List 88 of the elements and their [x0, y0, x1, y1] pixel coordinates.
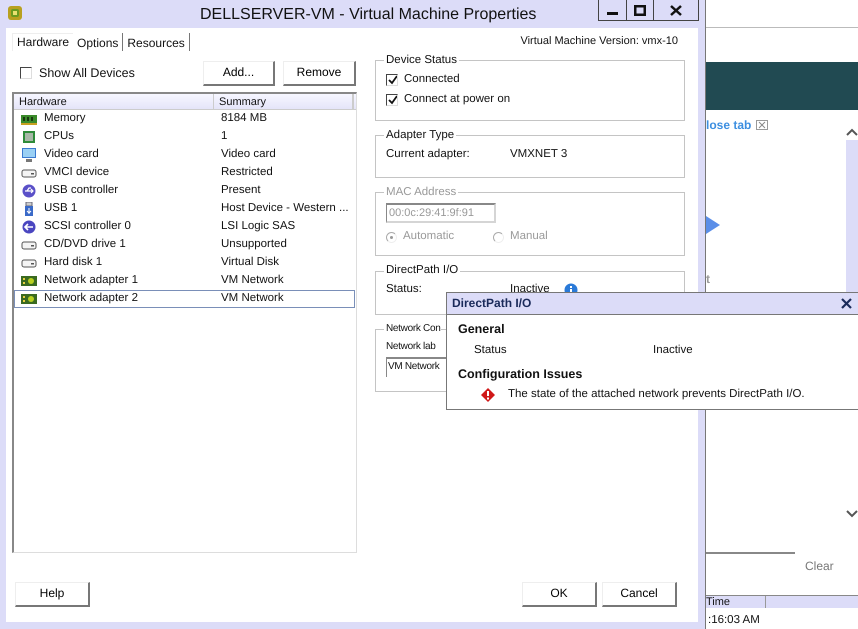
- tab[interactable]: Hardware: [12, 33, 74, 51]
- usb-circle-icon: [20, 184, 38, 198]
- device-row[interactable]: CD/DVD drive 1 Unsupported: [14, 236, 355, 254]
- device-name: USB 1: [44, 202, 78, 216]
- network-card-icon: [20, 292, 38, 306]
- field-label: Network lab: [386, 341, 436, 354]
- field-value: VMXNET 3: [510, 148, 568, 162]
- group-title: Network Con: [385, 323, 440, 336]
- checkbox-label: Show All Devices: [39, 66, 135, 80]
- device-summary: Present: [221, 184, 261, 198]
- section-heading: Configuration Issues: [458, 367, 584, 382]
- scroll-up-icon[interactable]: [846, 128, 858, 136]
- device-name: Network adapter 1: [44, 274, 139, 288]
- field-value: Inactive: [653, 344, 693, 358]
- partial-text: t: [706, 272, 710, 287]
- field-label: Status:: [386, 283, 423, 298]
- table-cell-text: :16:03 AM: [708, 614, 761, 628]
- device-summary: VM Network: [221, 274, 284, 288]
- logo-icon: [6, 4, 24, 22]
- issue-text: The state of the attached network prevents DirectPath I/O.: [508, 388, 805, 402]
- section-heading: General: [458, 322, 506, 337]
- field-label: Current adapter:: [386, 148, 471, 162]
- dialog-button[interactable]: Cancel: [602, 582, 677, 606]
- device-row[interactable]: VMCI device Restricted: [14, 164, 355, 182]
- radio-label: Manual: [510, 230, 548, 244]
- device-row[interactable]: Hard disk 1 Virtual Disk: [14, 254, 355, 272]
- group-title: Device Status: [385, 54, 458, 68]
- remove-button[interactable]: Remove: [283, 60, 356, 86]
- device-summary: 1: [221, 130, 228, 144]
- device-row[interactable]: CPUs 1: [14, 128, 355, 146]
- group-title: DirectPath I/O: [385, 264, 460, 278]
- device-name: Network adapter 2: [44, 292, 139, 306]
- memory-icon: [20, 112, 38, 126]
- device-summary: Unsupported: [221, 238, 287, 252]
- device-summary: Host Device - Western ...: [221, 202, 349, 216]
- device-row[interactable]: SCSI controller 0 LSI Logic SAS: [14, 218, 355, 236]
- error-icon: [481, 388, 495, 402]
- popup-title: DirectPath I/O: [452, 296, 532, 311]
- add-button[interactable]: Add...: [203, 60, 275, 86]
- device-summary: VM Network: [221, 292, 284, 306]
- checkbox[interactable]: [386, 74, 398, 86]
- device-row[interactable]: USB controller Present: [14, 182, 355, 200]
- checkbox-label: Connected: [404, 72, 460, 87]
- clear-button[interactable]: Clear: [805, 557, 834, 575]
- field-value: Inactive: [510, 283, 550, 298]
- dialog-button[interactable]: OK: [522, 582, 597, 606]
- maximize-icon: [634, 4, 646, 16]
- radio-label: Automatic: [403, 230, 456, 244]
- checkbox-label: Connect at power on: [404, 92, 510, 107]
- device-row[interactable]: Network adapter 2 VM Network: [14, 290, 355, 308]
- scroll-down-icon[interactable]: [846, 510, 858, 518]
- network-label-field[interactable]: VM Network: [386, 357, 448, 378]
- monitor-icon: [20, 148, 38, 162]
- device-row[interactable]: Video card Video card: [14, 146, 355, 164]
- device-name: VMCI device: [44, 166, 110, 180]
- arrow-circle-icon: [20, 220, 38, 234]
- close-icon: [841, 298, 852, 309]
- column-header[interactable]: Summary: [214, 94, 354, 109]
- device-name: Hard disk 1: [44, 256, 104, 270]
- network-card-icon: [20, 274, 38, 288]
- column-header[interactable]: Hardware: [14, 94, 214, 109]
- device-summary: Video card: [221, 148, 276, 162]
- device-summary: Restricted: [221, 166, 273, 180]
- device-row[interactable]: Memory 8184 MB: [14, 110, 355, 128]
- checkbox[interactable]: [386, 94, 398, 106]
- version-label: Virtual Machine Version: vmx-10: [520, 35, 678, 49]
- device-name: Memory: [44, 112, 87, 126]
- dialog-button[interactable]: Help: [15, 582, 90, 606]
- group-title: MAC Address: [385, 186, 458, 200]
- play-triangle-icon[interactable]: [706, 216, 720, 234]
- device-summary: LSI Logic SAS: [221, 220, 296, 234]
- device-name: Video card: [44, 148, 100, 162]
- device-name: SCSI controller 0: [44, 220, 132, 234]
- window-title: DELLSERVER-VM - Virtual Machine Properties: [200, 5, 536, 24]
- checkbox[interactable]: [20, 67, 32, 79]
- device-row[interactable]: Network adapter 1 VM Network: [14, 272, 355, 290]
- device-summary: Virtual Disk: [221, 256, 279, 270]
- field-label: Status: [474, 344, 508, 358]
- close-box-icon[interactable]: [756, 120, 768, 130]
- device-name: CPUs: [44, 130, 76, 144]
- group-title: Adapter Type: [385, 128, 456, 143]
- device-name: CD/DVD drive 1: [44, 238, 127, 252]
- chip-icon: [20, 130, 38, 144]
- minimize-icon: [607, 12, 618, 14]
- device-summary: 8184 MB: [221, 112, 268, 126]
- device-name: USB controller: [44, 184, 120, 198]
- device-row[interactable]: USB 1 Host Device - Western ...: [14, 200, 355, 218]
- close-icon: [670, 4, 682, 16]
